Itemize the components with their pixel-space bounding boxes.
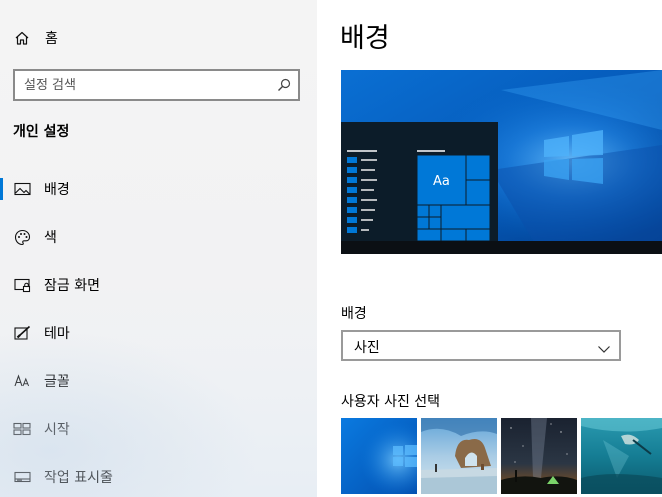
sidebar-item-fonts[interactable]: 글꼴 bbox=[0, 361, 317, 401]
thumbnail-night-sky[interactable] bbox=[501, 418, 577, 494]
font-icon bbox=[13, 372, 31, 390]
sidebar-item-themes[interactable]: 테마 bbox=[0, 313, 317, 353]
home-icon bbox=[13, 29, 31, 47]
thumbnail-image bbox=[581, 418, 662, 494]
sidebar: 홈 개인 설정 배경 색 잠금 화면 테마 글꼴 bbox=[0, 0, 317, 497]
section-title: 개인 설정 bbox=[13, 124, 70, 140]
thumbnail-windows-blue[interactable] bbox=[341, 418, 417, 494]
sidebar-item-label: 테마 bbox=[44, 326, 70, 342]
sidebar-item-start[interactable]: 시작 bbox=[0, 409, 317, 449]
taskbar-icon bbox=[13, 468, 31, 486]
picture-icon bbox=[13, 180, 31, 198]
choose-picture-label: 사용자 사진 선택 bbox=[341, 394, 441, 410]
start-menu-preview: Aa bbox=[341, 122, 498, 242]
start-menu-tiles bbox=[347, 150, 491, 242]
chevron-down-icon bbox=[597, 340, 611, 353]
main-content: 배경 Aa 배경 사진 사용자 사진 선택 bbox=[317, 0, 662, 497]
sidebar-item-label: 색 bbox=[44, 230, 57, 246]
sidebar-item-lock-screen[interactable]: 잠금 화면 bbox=[0, 265, 317, 305]
thumbnail-image bbox=[421, 418, 497, 494]
desktop-preview: Aa bbox=[341, 70, 662, 254]
sidebar-item-background[interactable]: 배경 bbox=[0, 169, 317, 209]
home-link[interactable]: 홈 bbox=[0, 18, 317, 58]
sidebar-item-label: 배경 bbox=[44, 182, 70, 198]
theme-brush-icon bbox=[13, 324, 31, 342]
thumbnail-beach[interactable] bbox=[421, 418, 497, 494]
sidebar-item-label: 시작 bbox=[44, 422, 70, 438]
lock-screen-icon bbox=[13, 276, 31, 294]
thumbnail-image bbox=[501, 418, 577, 494]
search-icon[interactable] bbox=[276, 77, 292, 93]
thumbnail-underwater[interactable] bbox=[581, 418, 662, 494]
sidebar-item-label: 작업 표시줄 bbox=[44, 470, 113, 486]
background-type-select[interactable]: 사진 bbox=[341, 330, 621, 361]
sidebar-item-label: 잠금 화면 bbox=[44, 278, 100, 294]
background-label: 배경 bbox=[341, 306, 367, 322]
start-tiles-icon bbox=[13, 420, 31, 438]
search-field[interactable] bbox=[13, 69, 300, 101]
background-type-value: 사진 bbox=[354, 340, 380, 356]
page-title: 배경 bbox=[340, 23, 390, 54]
palette-icon bbox=[13, 228, 31, 246]
sidebar-item-color[interactable]: 색 bbox=[0, 217, 317, 257]
search-input[interactable] bbox=[24, 76, 264, 94]
tile-sample-text: Aa bbox=[433, 174, 450, 189]
thumbnail-image bbox=[341, 418, 417, 494]
taskbar-preview bbox=[341, 241, 662, 254]
home-label: 홈 bbox=[45, 31, 58, 47]
sidebar-item-taskbar[interactable]: 작업 표시줄 bbox=[0, 457, 317, 497]
sidebar-item-label: 글꼴 bbox=[44, 374, 70, 390]
